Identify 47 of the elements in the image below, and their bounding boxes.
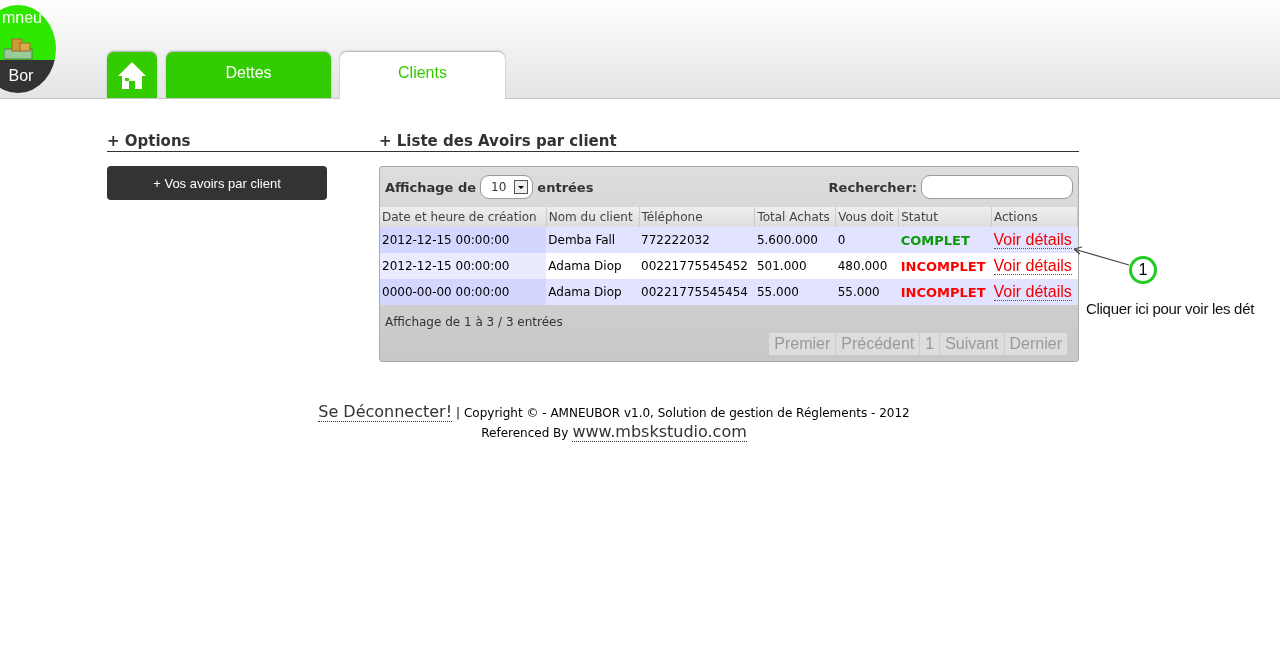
logo-text: mneu: [1, 8, 42, 27]
money-icon: [4, 35, 34, 61]
home-tab[interactable]: [107, 52, 157, 98]
logout-link[interactable]: Se Déconnecter!: [318, 402, 453, 422]
table-cell: 55.000: [835, 279, 899, 305]
column-header[interactable]: Actions: [991, 207, 1078, 227]
table-cell: 00221775545452: [639, 253, 755, 279]
caret-icon: [514, 180, 529, 194]
table-cell: 5.600.000: [754, 227, 836, 253]
table-cell: 55.000: [754, 279, 836, 305]
column-header[interactable]: Nom du client: [546, 207, 640, 227]
table-cell: 501.000: [754, 253, 836, 279]
page-size-select[interactable]: 10: [480, 175, 534, 199]
table-cell: 2012-12-15 00:00:00: [380, 227, 547, 253]
search-label: Rechercher:: [828, 179, 917, 195]
section-heading: + Liste des Avoirs par client: [379, 132, 1079, 152]
section-heading: + Options: [107, 132, 379, 152]
length-label: entrées: [537, 179, 594, 195]
column-header[interactable]: Statut: [898, 207, 992, 227]
table-cell: 0: [835, 227, 899, 253]
column-header[interactable]: Date et heure de création: [380, 207, 547, 227]
callout-text: Cliquer ici pour voir les dét: [1086, 300, 1255, 317]
table-cell: Adama Diop: [546, 253, 640, 279]
table-cell: 00221775545454: [639, 279, 755, 305]
copyright-text: | Copyright © - AMNEUBOR v1.0, Solution de gestion de Réglements - 2012: [456, 406, 910, 420]
table-cell: Demba Fall: [546, 227, 640, 253]
table-info: Affichage de 1 à 3 / 3 entrées: [384, 314, 564, 331]
length-label: Affichage de: [385, 179, 477, 195]
status-cell: COMPLET: [898, 227, 992, 253]
column-header[interactable]: Vous doit: [835, 207, 899, 227]
status-cell: INCOMPLET: [898, 253, 992, 279]
avoirs-button[interactable]: + Vos avoirs par client: [107, 166, 327, 200]
referenced-text: Referenced By: [481, 426, 569, 440]
column-header[interactable]: Téléphone: [639, 207, 755, 227]
column-header[interactable]: Total Achats: [754, 207, 836, 227]
logo-text: Bor: [7, 67, 34, 86]
search-field[interactable]: [921, 175, 1073, 199]
pointer-arrow: [1072, 243, 1130, 267]
website-link[interactable]: www.mbskstudio.com: [572, 422, 747, 442]
table-cell: 2012-12-15 00:00:00: [380, 253, 547, 279]
table-cell: 480.000: [835, 253, 899, 279]
step-number: 1: [1129, 256, 1157, 284]
table-cell: Adama Diop: [546, 279, 640, 305]
status-cell: INCOMPLET: [898, 279, 992, 305]
table-cell: 0000-00-00 00:00:00: [380, 279, 547, 305]
table-cell: 772222032: [639, 227, 755, 253]
home-icon: [117, 60, 147, 90]
